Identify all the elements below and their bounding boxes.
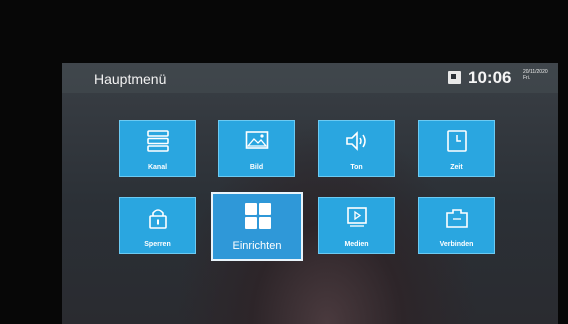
menu-tile-label: Medien: [344, 241, 369, 248]
picture-icon: [245, 131, 269, 149]
lock-icon: [149, 209, 167, 229]
menu-tile-verbinden[interactable]: Verbinden: [418, 197, 495, 254]
tv-screen: Hauptmenü 10:06 20/11/2020 Fri. Kanal Bi…: [62, 63, 558, 324]
grid-icon: [245, 203, 271, 229]
clock-status-icon: [448, 71, 461, 84]
menu-tile-label: Ton: [350, 164, 363, 171]
channel-list-icon: [147, 130, 169, 152]
menu-tile-sperren[interactable]: Sperren: [119, 197, 196, 254]
clock-icon: [447, 130, 467, 152]
page-title: Hauptmenü: [94, 71, 167, 87]
menu-tile-kanal[interactable]: Kanal: [119, 120, 196, 177]
menu-tile-medien[interactable]: Medien: [318, 197, 395, 254]
media-icon: [347, 207, 367, 227]
weekday-text: Fri.: [523, 75, 531, 81]
menu-tile-label: Verbinden: [439, 241, 474, 248]
menu-tile-ton[interactable]: Ton: [318, 120, 395, 177]
menu-tile-bild[interactable]: Bild: [218, 120, 295, 177]
menu-tile-label: Sperren: [144, 241, 171, 248]
menu-tile-label: Bild: [249, 164, 264, 171]
connect-icon: [446, 209, 468, 228]
menu-tile-einrichten[interactable]: Einrichten: [211, 192, 303, 261]
menu-tile-zeit[interactable]: Zeit: [418, 120, 495, 177]
menu-tile-label: Einrichten: [232, 240, 282, 252]
menu-tile-label: Zeit: [450, 164, 463, 171]
speaker-icon: [346, 131, 366, 151]
clock-time: 10:06: [468, 68, 512, 87]
menu-tile-label: Kanal: [147, 164, 168, 171]
clock-date: 20/11/2020 Fri.: [523, 69, 549, 81]
header-bar: Hauptmenü 10:06 20/11/2020 Fri.: [62, 63, 558, 93]
